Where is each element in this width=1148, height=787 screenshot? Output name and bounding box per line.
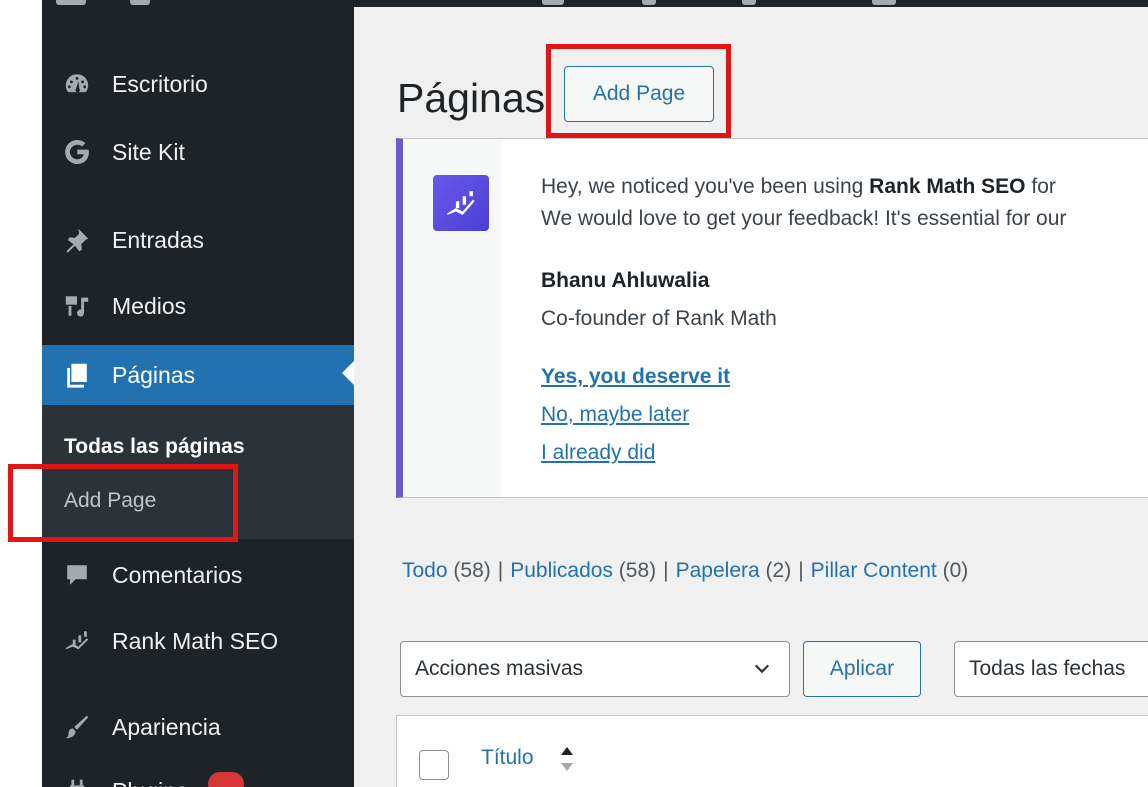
filter-all-count: (58) [453,559,491,582]
notice-line1-suffix: for [1025,175,1056,198]
dashboard-icon [42,70,112,98]
comments-bar-icon[interactable] [642,0,656,5]
filter-published[interactable]: Publicados [510,559,613,582]
notice-author: Bhanu Ahluwalia [541,269,710,292]
submenu-all-pages[interactable]: Todas las páginas [64,435,245,459]
new-content-icon[interactable] [742,0,756,5]
bulk-actions-value: Acciones masivas [415,657,584,680]
highlight-box-add-page-button [546,44,731,138]
filter-pillar-count: (0) [942,559,969,582]
sidebar-item-label: Rank Math SEO [112,627,279,654]
pages-icon [42,361,112,389]
google-g-icon [42,138,112,166]
filter-pillar-content[interactable]: Pillar Content [811,559,937,582]
rank-math-icon [42,627,112,655]
select-all-checkbox[interactable] [419,750,449,780]
feedback-yes-link[interactable]: Yes, you deserve it [541,365,730,389]
pushpin-icon [42,226,112,254]
sidebar-item-label: Medios [112,292,187,319]
sidebar-item-paginas[interactable]: Páginas [42,345,354,405]
bulk-actions-select[interactable]: Acciones masivas [400,641,790,697]
notice-author-role: Co-founder of Rank Math [541,307,777,330]
plug-icon [42,777,112,787]
chevron-down-icon [754,664,770,674]
notice-message: Hey, we noticed you've been using Rank M… [541,171,1066,235]
sidebar-item-apariencia[interactable]: Apariencia [42,699,354,755]
filter-trash-count: (2) [765,559,792,582]
sidebar-item-comentarios[interactable]: Comentarios [42,547,354,603]
screenshot-frame: Escritorio Site Kit Entradas Medios Pági… [0,0,1148,787]
views-separator: | [798,559,804,582]
notice-logo-column [403,139,501,497]
sidebar-item-medios[interactable]: Medios [42,278,354,334]
date-filter-select[interactable]: Todas las fechas [954,641,1148,697]
highlight-box-add-page-submenu [8,464,238,542]
sidebar-item-label: Site Kit [112,138,185,165]
notice-line2: We would love to get your feedback! It's… [541,207,1067,230]
sidebar-item-rank-math[interactable]: Rank Math SEO [42,613,354,669]
admin-sidebar: Escritorio Site Kit Entradas Medios Pági… [42,7,354,787]
filter-trash[interactable]: Papelera [676,559,760,582]
pages-table-header: Título [396,715,1148,787]
sidebar-item-label: Comentarios [112,561,243,588]
apply-button[interactable]: Aplicar [803,641,921,697]
views-separator: | [497,559,504,582]
sidebar-item-entradas[interactable]: Entradas [42,212,354,268]
sidebar-item-label: Apariencia [112,713,221,740]
sidebar-item-label: Entradas [112,226,205,253]
notice-plugin-name: Rank Math SEO [869,175,1026,198]
page-title: Páginas [397,75,546,121]
plugins-update-badge [208,772,244,787]
notice-line1-prefix: Hey, we noticed you've been using [541,175,870,198]
sort-icon [561,747,573,771]
wordpress-logo-icon[interactable] [56,0,86,5]
sidebar-item-escritorio[interactable]: Escritorio [42,56,354,112]
rank-math-logo-icon [433,175,489,231]
sidebar-item-plugins[interactable]: Plugins [42,763,354,787]
feedback-done-link[interactable]: I already did [541,441,655,465]
sidebar-item-site-kit[interactable]: Site Kit [42,124,354,180]
admin-bar [42,0,1148,7]
seo-bar-icon[interactable] [872,0,896,5]
brush-icon [42,713,112,741]
filter-published-count: (58) [618,559,657,582]
sidebar-item-label: Escritorio [112,70,208,97]
rank-math-feedback-notice: Hey, we noticed you've been using Rank M… [396,138,1148,498]
sidebar-item-label: Plugins [112,778,187,787]
status-filter-links: Todo (58) | Publicados (58) | Papelera (2) | P… [402,559,968,583]
column-title-sort[interactable]: Título [481,746,534,770]
feedback-later-link[interactable]: No, maybe later [541,403,689,427]
updates-icon[interactable] [542,0,564,5]
home-icon[interactable] [130,0,150,5]
media-icon [42,292,112,320]
comment-icon [42,561,112,589]
filter-all[interactable]: Todo [402,559,448,582]
main-content: Páginas Add Page Hey, we noticed you've … [354,7,1148,787]
views-separator: | [663,559,669,582]
sidebar-item-label: Páginas [112,361,196,388]
